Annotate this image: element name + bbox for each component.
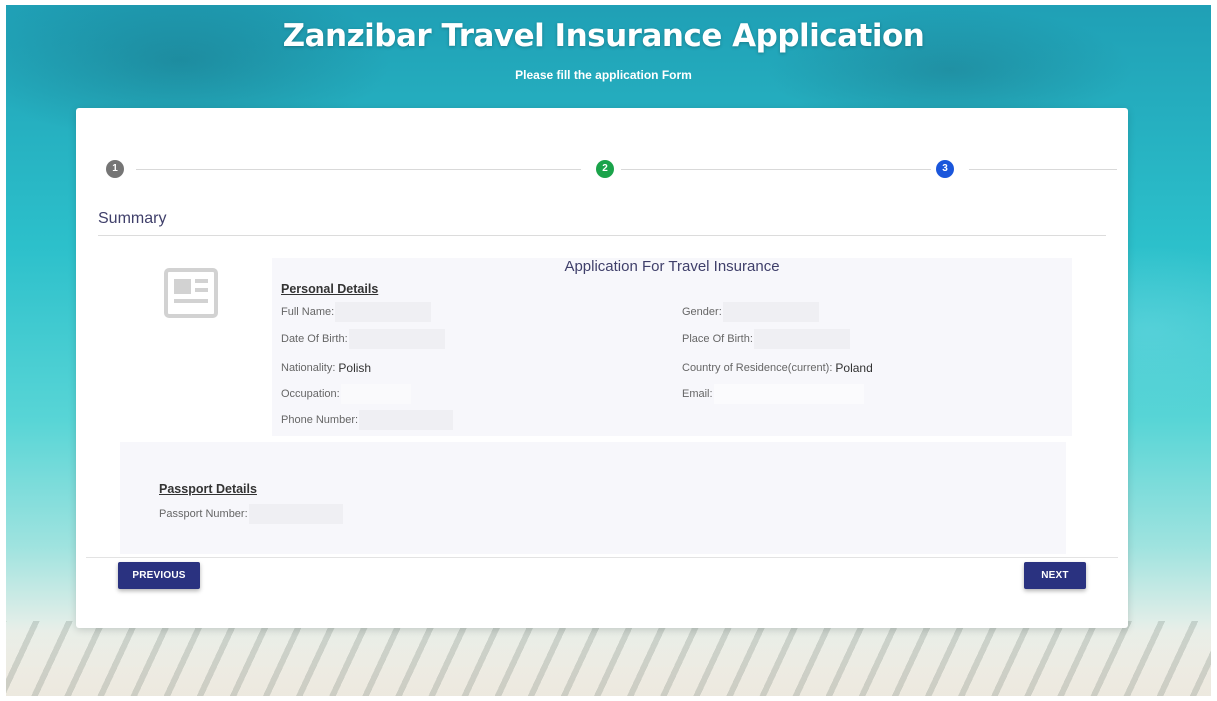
next-button[interactable]: NEXT <box>1024 562 1086 589</box>
document-icon <box>164 268 218 318</box>
summary-title: Summary <box>98 210 167 227</box>
gender-label: Gender: <box>682 306 722 318</box>
phone-number-value <box>359 410 454 430</box>
country-of-residence-value: Poland <box>835 361 873 375</box>
passport-number-label: Passport Number: <box>159 508 248 520</box>
step-3[interactable]: 3 <box>936 160 954 178</box>
occupation-label: Occupation: <box>281 388 340 400</box>
passport-number-field: Passport Number: <box>159 504 343 524</box>
place-of-birth-label: Place Of Birth: <box>682 333 753 345</box>
date-of-birth-value <box>348 329 445 349</box>
date-of-birth-field: Date Of Birth: <box>281 329 445 349</box>
gender-value <box>722 302 819 322</box>
email-label: Email: <box>682 388 713 400</box>
personal-details-heading: Personal Details <box>281 282 379 296</box>
occupation-field: Occupation: <box>281 384 411 404</box>
step-connector <box>136 169 581 170</box>
full-name-field: Full Name: <box>281 302 432 322</box>
date-of-birth-label: Date Of Birth: <box>281 333 348 345</box>
previous-button[interactable]: PREVIOUS <box>118 562 200 589</box>
footer-divider <box>86 557 1118 558</box>
page-title: Zanzibar Travel Insurance Application <box>282 18 925 54</box>
step-2[interactable]: 2 <box>596 160 614 178</box>
passport-number-value <box>248 504 343 524</box>
gender-field: Gender: <box>682 302 819 322</box>
phone-number-field: Phone Number: <box>281 410 454 430</box>
passport-details-panel: Passport Details Passport Number: <box>120 442 1066 554</box>
place-of-birth-field: Place Of Birth: <box>682 329 850 349</box>
application-card: 1 2 3 Summary Application For Travel Ins… <box>76 108 1128 628</box>
nationality-field: Nationality: Polish <box>281 358 371 378</box>
personal-details-panel: Application For Travel Insurance Persona… <box>272 258 1072 436</box>
step-1[interactable]: 1 <box>106 160 124 178</box>
page-subtitle: Please fill the application Form <box>515 68 692 82</box>
full-name-label: Full Name: <box>281 306 335 318</box>
step-connector <box>969 169 1117 170</box>
step-connector <box>621 169 931 170</box>
country-of-residence-field: Country of Residence(current): Poland <box>682 358 873 378</box>
full-name-value <box>335 302 432 322</box>
email-field: Email: <box>682 384 864 404</box>
passport-details-heading: Passport Details <box>159 482 257 496</box>
email-value <box>713 384 864 404</box>
occupation-value <box>340 384 411 404</box>
country-of-residence-label: Country of Residence(current): <box>682 362 833 374</box>
place-of-birth-value <box>753 329 850 349</box>
nationality-label: Nationality: <box>281 362 336 374</box>
phone-number-label: Phone Number: <box>281 414 359 426</box>
stepper: 1 2 3 <box>76 108 1128 188</box>
application-title: Application For Travel Insurance <box>564 258 780 275</box>
divider <box>98 235 1106 236</box>
nationality-value: Polish <box>338 361 372 375</box>
page-header: Zanzibar Travel Insurance Application Pl… <box>0 18 1217 82</box>
